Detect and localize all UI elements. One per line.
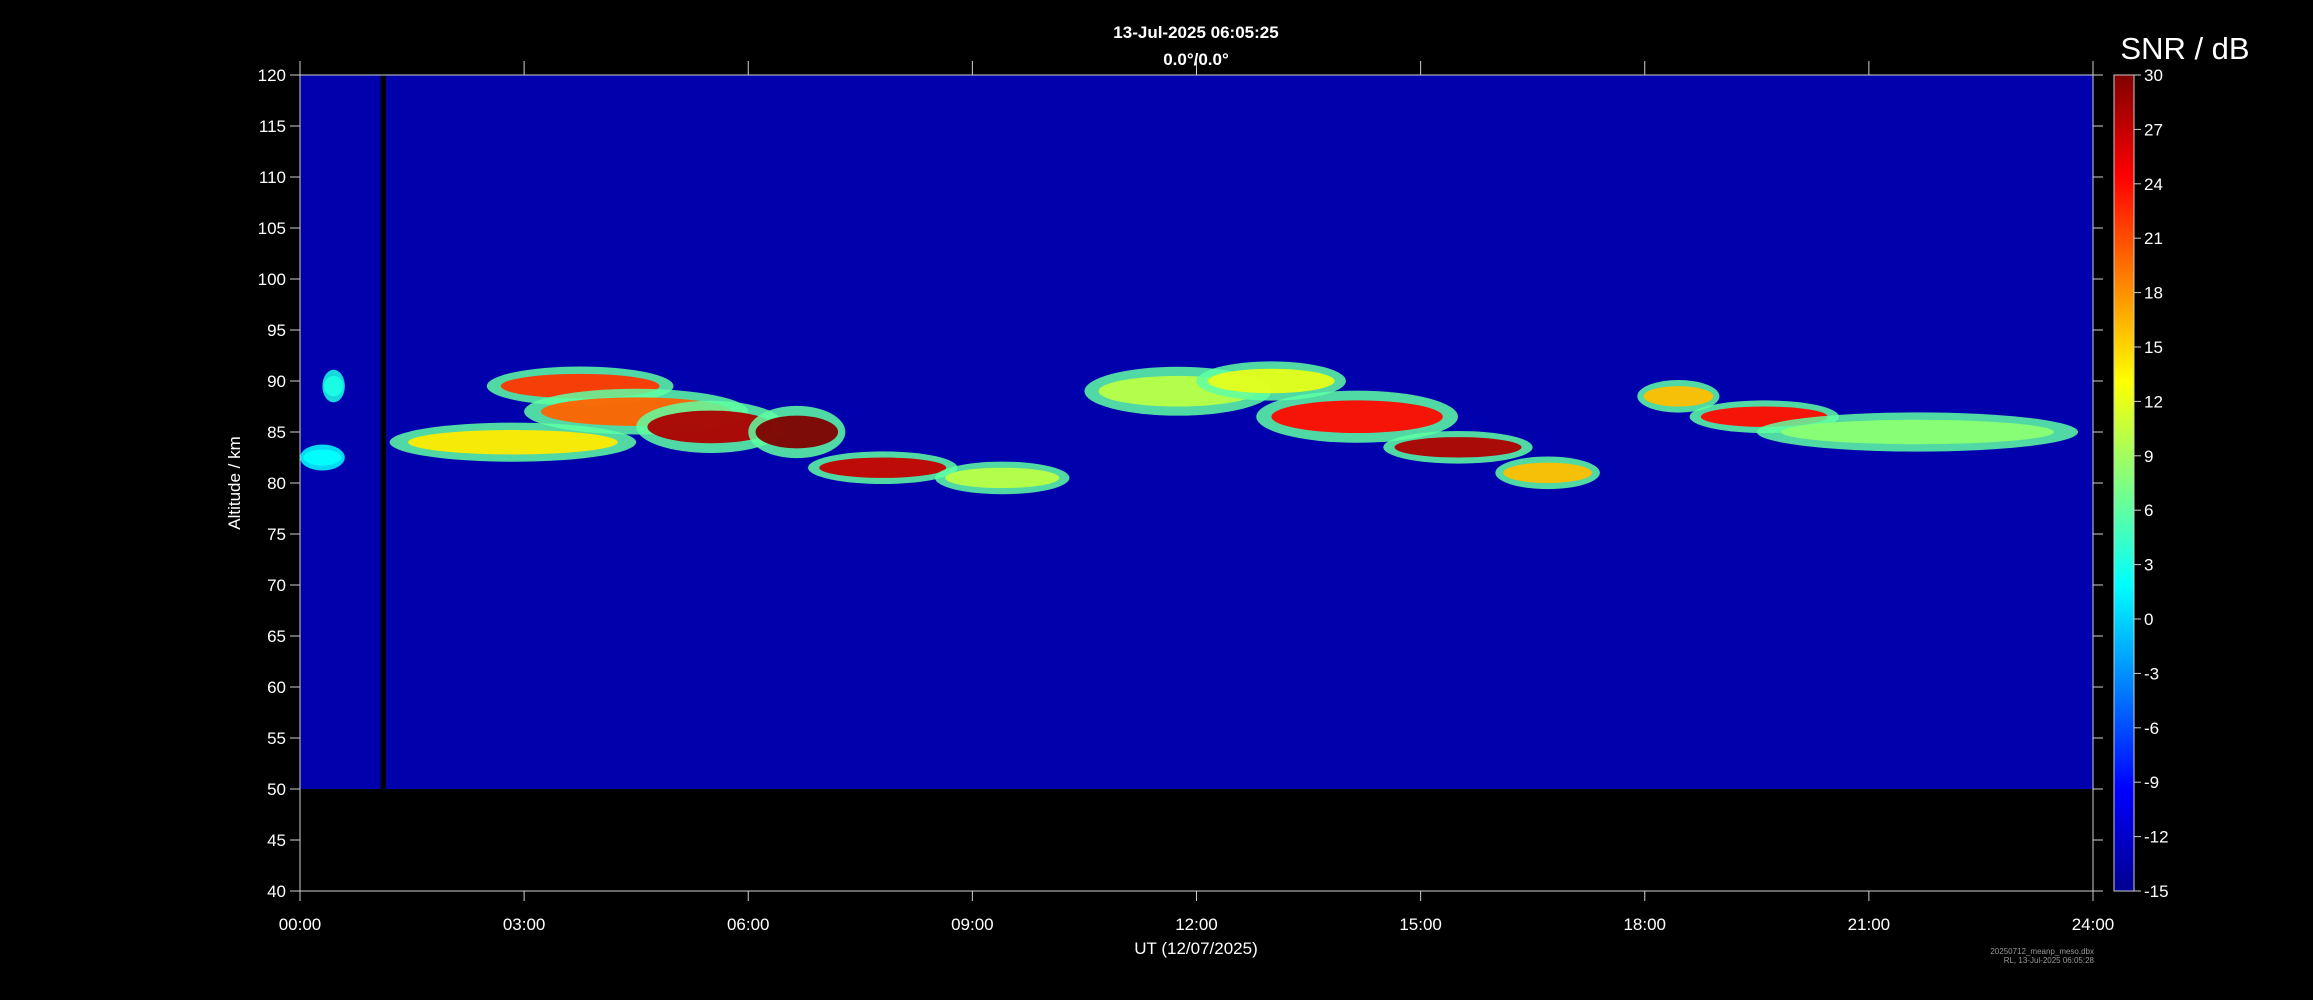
x-tick-label: 03:00	[503, 915, 546, 934]
y-tick-label: 95	[267, 321, 286, 340]
y-tick-label: 60	[267, 678, 286, 697]
y-tick-label: 110	[259, 168, 286, 187]
echo-core-10	[1207, 368, 1335, 394]
x-axis-label: UT (12/07/2025)	[1134, 939, 1257, 958]
colorbar-tick-label: 6	[2144, 501, 2153, 520]
colorbar-tick-label: 27	[2144, 120, 2163, 139]
echo-core-13	[1503, 462, 1593, 483]
echo-core-11	[1271, 400, 1443, 434]
y-tick-label: 85	[267, 423, 286, 442]
x-tick-label: 12:00	[1175, 915, 1218, 934]
echo-core-7	[819, 457, 947, 478]
echo-core-6	[755, 415, 839, 449]
y-tick-label: 40	[267, 882, 286, 901]
colorbar-tick-label: 24	[2144, 175, 2163, 194]
colorbar-tick-label: 0	[2144, 610, 2153, 629]
footer-timestamp: RL, 13-Jul-2025 06:05:28	[2003, 956, 2094, 965]
echo-core-2	[408, 429, 618, 455]
echo-core-14	[1643, 386, 1714, 407]
y-tick-label: 100	[258, 270, 286, 289]
footer-filename: 20250712_meanp_meso.dbx	[1990, 947, 2094, 956]
colorbar-tick-label: -3	[2144, 664, 2159, 683]
echo-core-8	[945, 467, 1060, 489]
x-tick-label: 15:00	[1399, 915, 1442, 934]
colorbar-tick-label: 9	[2144, 447, 2153, 466]
colorbar	[2113, 74, 2135, 892]
colorbar-tick-label: -12	[2144, 828, 2169, 847]
colorbar-tick-label: 3	[2144, 556, 2153, 575]
colorbar-tick-label: 12	[2144, 392, 2163, 411]
y-tick-label: 50	[267, 780, 286, 799]
colorbar-ticks: -15 -12 -9 -6 -3 0 3 6 9 12 15 18 21 24 27 30	[2134, 66, 2169, 901]
echo-core-12	[1394, 437, 1522, 458]
x-tick-label: 18:00	[1623, 915, 1666, 934]
y-tick-label: 55	[267, 729, 286, 748]
y-tick-label: 65	[267, 627, 286, 646]
y-tick-label: 70	[267, 576, 286, 595]
snr-heatmap-figure: 13-Jul-2025 06:05:25 0.0°/0.0° 404550556…	[225, 23, 2250, 958]
colorbar-tick-label: 30	[2144, 66, 2163, 85]
y-tick-label: 45	[267, 831, 286, 850]
footer-note: 20250712_meanp_meso.dbx RL, 13-Jul-2025 …	[1880, 947, 2094, 965]
data-gap	[380, 75, 386, 789]
colorbar-tick-label: 15	[2144, 338, 2163, 357]
y-tick-label: 115	[259, 117, 286, 136]
y-tick-label: 80	[267, 474, 286, 493]
colorbar-label: SNR / dB	[2120, 31, 2249, 66]
colorbar-tick-label: 21	[2144, 229, 2163, 248]
y-tick-label: 120	[258, 66, 286, 85]
chart-title: 13-Jul-2025 06:05:25	[1113, 23, 1278, 42]
x-tick-label: 06:00	[727, 915, 770, 934]
echo-core-0	[303, 449, 342, 466]
y-tick-label: 105	[258, 219, 286, 238]
colorbar-tick-label: -6	[2144, 719, 2159, 738]
colorbar-tick-label: 18	[2144, 284, 2163, 303]
echo-core-1	[324, 375, 344, 397]
y-tick-label: 75	[267, 525, 286, 544]
x-tick-label: 21:00	[1848, 915, 1891, 934]
echo-core-16	[1780, 419, 2054, 445]
y-axis-label: Altitude / km	[225, 436, 244, 530]
x-tick-label: 00:00	[279, 915, 322, 934]
colorbar-tick-label: -15	[2144, 882, 2169, 901]
x-tick-label: 24:00	[2072, 915, 2115, 934]
plot-area	[300, 75, 2093, 789]
x-tick-label: 09:00	[951, 915, 994, 934]
colorbar-tick-label: -9	[2144, 773, 2159, 792]
y-tick-label: 90	[267, 372, 286, 391]
